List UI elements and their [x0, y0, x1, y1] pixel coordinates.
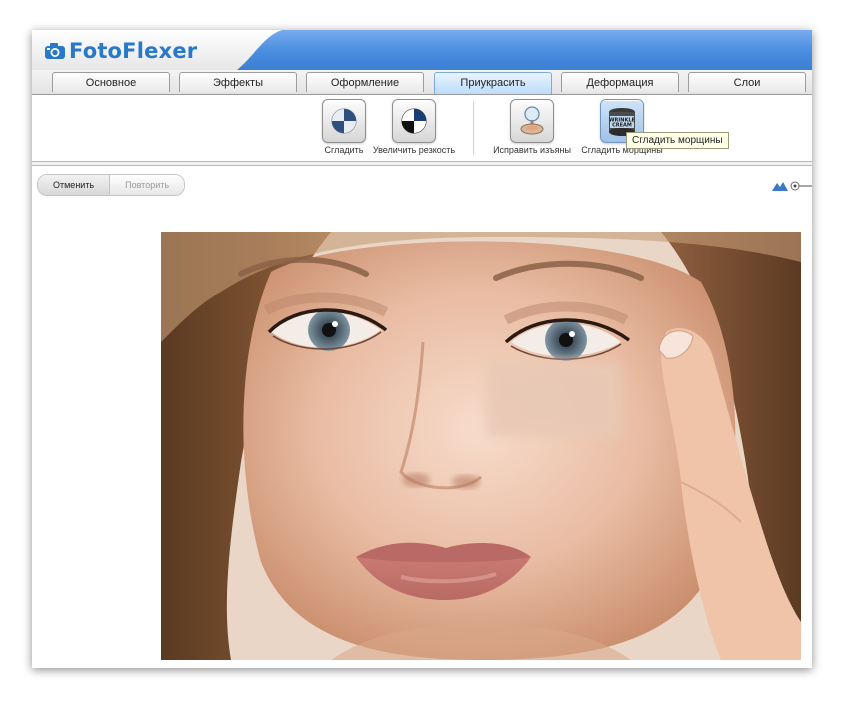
tab-layers[interactable]: Слои: [688, 72, 806, 92]
sharpen-tool[interactable]: Увеличить резкость: [369, 99, 459, 155]
toolbar-separator: [473, 101, 474, 155]
blemish-button[interactable]: [510, 99, 554, 143]
tool-panel: Сгладить Увеличить резкость Исправить из…: [32, 95, 812, 161]
tab-basic[interactable]: Основное: [52, 72, 170, 92]
smooth-icon: [331, 108, 357, 134]
blemish-label: Исправить изъяны: [493, 145, 571, 155]
camera-icon: [45, 43, 65, 59]
zoom-slider[interactable]: [789, 181, 812, 191]
sharpen-icon: [401, 108, 427, 134]
tab-effects[interactable]: Эффекты: [179, 72, 297, 92]
tab-bar: Основное Эффекты Оформление Приукрасить …: [32, 70, 812, 95]
blemish-tool[interactable]: Исправить изъяны: [488, 99, 576, 155]
undo-button[interactable]: Отменить: [38, 175, 111, 195]
sharpen-label: Увеличить резкость: [372, 145, 456, 155]
tooltip: Сгладить морщины: [626, 132, 729, 149]
landscape-zoom-icon[interactable]: [772, 179, 788, 191]
tab-beautify[interactable]: Приукрасить: [434, 72, 552, 94]
sharpen-button[interactable]: [392, 99, 436, 143]
toolbar-divider: [32, 161, 812, 166]
tab-distort[interactable]: Деформация: [561, 72, 679, 92]
app-name: FotoFlexer: [69, 39, 198, 63]
tab-decorate[interactable]: Оформление: [306, 72, 424, 92]
blemish-fix-icon: [520, 106, 544, 135]
redo-button[interactable]: Повторить: [110, 175, 185, 195]
app-logo: FotoFlexer: [44, 39, 197, 63]
smooth-button[interactable]: [322, 99, 366, 143]
wrinkle-icon-text-2: CREAM: [612, 123, 632, 129]
photo-canvas[interactable]: [161, 232, 801, 660]
fotoflexer-window: FotoFlexer Основное Эффекты Оформление П…: [32, 30, 812, 668]
history-controls: Отменить Повторить: [37, 174, 186, 196]
app-header: FotoFlexer: [32, 30, 812, 70]
